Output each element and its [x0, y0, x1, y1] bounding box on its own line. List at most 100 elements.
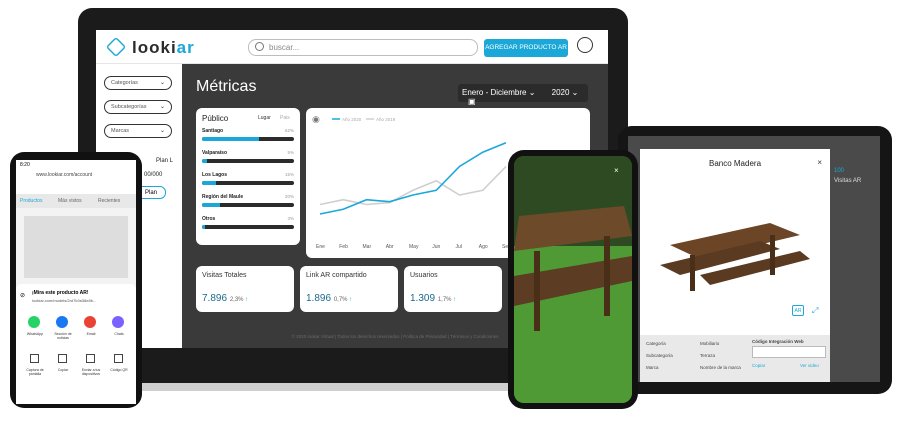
- brand-select[interactable]: Marcas ⌄: [104, 124, 172, 138]
- stat-title: Link AR compartido: [306, 272, 367, 279]
- browser-bar: 8:20 www.lookiar.com/account: [16, 160, 136, 194]
- series-line: [319, 165, 507, 206]
- x-tick-label: Mar: [363, 244, 372, 250]
- info-value: Nombre de la marca: [700, 365, 741, 370]
- ar-button[interactable]: AR: [792, 305, 804, 316]
- region-pct: 20%: [284, 194, 294, 199]
- page-title: Métricas: [196, 78, 257, 95]
- info-key: Categoría: [646, 341, 666, 346]
- product-info: Código Integración Web Copiar Ver video …: [640, 335, 830, 382]
- share-app-label: Chats: [114, 332, 124, 336]
- phone-share-screen: 8:20 www.lookiar.com/account Productos M…: [16, 160, 136, 404]
- share-action-label: Captura de pantalla: [26, 368, 44, 376]
- x-tick-label: Abr: [386, 244, 394, 250]
- stat-title: Usuarios: [410, 272, 438, 279]
- close-icon[interactable]: ×: [817, 158, 822, 167]
- chevron-down-icon: ⌄: [159, 104, 165, 110]
- bench-image: [660, 223, 810, 291]
- stat-value: 1.896 0,7% ↑: [306, 293, 353, 304]
- category-select[interactable]: Categorías ⌄: [104, 76, 172, 90]
- region-label: Los Lagos: [202, 172, 228, 178]
- region-bar: [202, 181, 294, 185]
- subcategory-label: Subcategorías: [111, 104, 147, 110]
- search-input[interactable]: buscar...: [248, 39, 478, 56]
- x-tick-label: Jun: [432, 244, 440, 250]
- info-key: Marca: [646, 365, 659, 370]
- stat-card: Usuarios 1.309 1,7% ↑: [404, 266, 502, 312]
- share-action-label: Copiar: [57, 368, 69, 372]
- add-product-button[interactable]: AGREGAR PRODUCTO AR: [484, 39, 568, 57]
- close-icon[interactable]: ×: [614, 166, 619, 175]
- stat-value: 1.309 1,7% ↑: [410, 293, 457, 304]
- plan-count: 00/000: [144, 172, 163, 178]
- code-field[interactable]: [752, 346, 826, 358]
- brand-name-suffix: ar: [176, 38, 195, 57]
- ar-camera-view: [514, 156, 632, 403]
- product-modal: Banco Madera × AR ⤢ Código Integración W…: [640, 149, 830, 382]
- status-time: 8:20: [20, 162, 30, 168]
- share-action-icon[interactable]: [86, 354, 95, 363]
- publico-card: Público Lugar Pais Santiago 62% Valparaíso…: [196, 108, 300, 245]
- share-action-icon[interactable]: [58, 354, 67, 363]
- share-app-icon[interactable]: [56, 316, 68, 328]
- view-video-link[interactable]: Ver video: [800, 363, 819, 368]
- user-icon[interactable]: [577, 37, 593, 53]
- subcategory-select[interactable]: Subcategorías ⌄: [104, 100, 172, 114]
- x-tick-label: Jul: [456, 244, 462, 250]
- code-title: Código Integración Web: [752, 339, 804, 344]
- brand-name: looki: [132, 38, 177, 57]
- region-bar: [202, 159, 294, 163]
- tablet-screen: 100 Visitas AR Banco Madera × AR ⤢ Códig…: [628, 136, 880, 382]
- share-app-icon[interactable]: [84, 316, 96, 328]
- plan-label: Plan L: [156, 158, 174, 164]
- product-tabs: Productos Más vistos Recientes: [16, 194, 136, 208]
- chevron-down-icon: ⌄: [159, 80, 165, 86]
- region-bar: [202, 203, 294, 207]
- share-action-icon[interactable]: [30, 354, 39, 363]
- region-label: Santiago: [202, 128, 224, 134]
- legend-label: Año 2019: [376, 117, 396, 122]
- region-pct: 62%: [284, 128, 294, 133]
- stat-title: Visitas Totales: [202, 272, 247, 279]
- share-app-icon[interactable]: [28, 316, 40, 328]
- tab-lugar[interactable]: Lugar: [258, 115, 271, 121]
- year-label: 2020: [551, 88, 570, 97]
- share-sheet: ⊘ ¡Mira este producto AR! lookiar.com/mo…: [16, 284, 136, 404]
- tab-mas-vistos[interactable]: Más vistos: [58, 198, 82, 204]
- brand-logo[interactable]: lookiar: [105, 36, 195, 58]
- logo-cube-icon: [105, 36, 127, 58]
- brand-label: Marcas: [111, 128, 130, 134]
- region-bar: [202, 225, 294, 229]
- tab-recientes[interactable]: Recientes: [98, 198, 120, 204]
- modal-title: Banco Madera: [708, 159, 762, 168]
- date-range-label: Enero - Diciembre: [462, 88, 527, 97]
- chevron-down-icon: ⌄: [159, 128, 165, 134]
- side-count: 100: [834, 168, 845, 174]
- copy-button[interactable]: Copiar: [752, 363, 765, 368]
- info-value: Mobiliario: [700, 341, 720, 346]
- url-field[interactable]: www.lookiar.com/account: [36, 172, 92, 178]
- region-pct: 3%: [287, 216, 294, 221]
- region-label: Otros: [202, 216, 216, 222]
- share-action-icon[interactable]: [114, 354, 123, 363]
- region-bar: [202, 137, 294, 141]
- region-label: Valparaíso: [202, 150, 228, 156]
- stat-card: Visitas Totales 7.896 2,3% ↑: [196, 266, 294, 312]
- share-icon: ⊘: [20, 293, 26, 299]
- expand-icon[interactable]: ⤢: [812, 306, 818, 316]
- product-thumbnail[interactable]: [24, 216, 128, 278]
- publico-title: Público: [202, 114, 229, 123]
- date-range-select[interactable]: Enero - Diciembre ⌄ 2020 ⌄ ▣: [458, 84, 588, 106]
- share-app-label: WhatsApp: [26, 332, 44, 336]
- stat-card: Link AR compartido 1.896 0,7% ↑: [300, 266, 398, 312]
- tab-productos[interactable]: Productos: [20, 198, 43, 204]
- share-action-label: Enviar a tus dispositivos: [81, 368, 101, 376]
- category-label: Categorías: [111, 80, 138, 86]
- search-icon: [255, 42, 264, 51]
- tab-pais[interactable]: Pais: [280, 115, 290, 121]
- share-app-label: Sección de noticias: [54, 332, 72, 340]
- share-url: lookiar.com/models/2rd7k9a38e8b...: [32, 298, 97, 303]
- calendar-icon[interactable]: ▣: [468, 97, 476, 106]
- share-app-icon[interactable]: [112, 316, 124, 328]
- region-label: Región del Maule: [202, 194, 244, 200]
